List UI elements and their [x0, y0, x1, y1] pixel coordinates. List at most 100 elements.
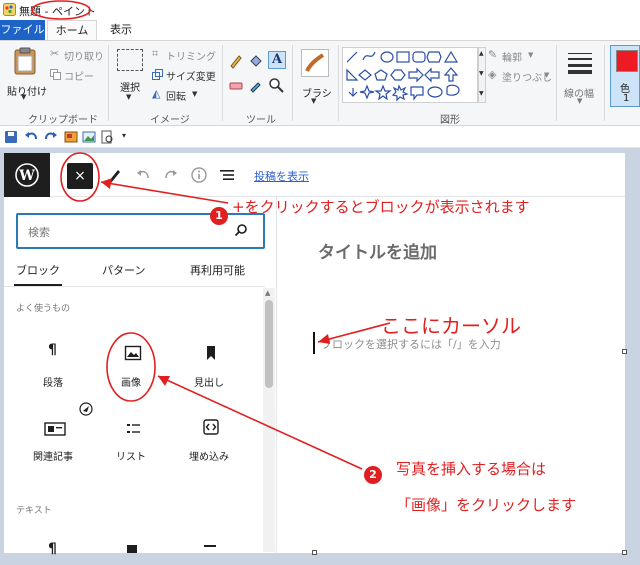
block-label: 関連記事	[33, 452, 73, 463]
ribbon-separator	[338, 45, 339, 121]
heading-icon	[207, 346, 215, 360]
select-label: 選択	[120, 83, 140, 94]
pencil-tool[interactable]	[228, 53, 244, 69]
magnifier-tool[interactable]	[268, 77, 284, 93]
clipboard-group-label: クリップボード	[28, 115, 98, 126]
tab-file[interactable]: ファイル	[0, 20, 45, 40]
block-label: リスト	[116, 452, 146, 463]
color1-button[interactable]: 色 1	[610, 45, 640, 107]
close-inserter-button[interactable]: ×	[67, 163, 93, 189]
outline-label: 輪郭	[502, 53, 522, 64]
color-picker-tool[interactable]	[248, 77, 264, 93]
block-list[interactable]: リスト	[96, 414, 168, 470]
crop-icon: ⌗	[152, 47, 159, 60]
qat-customize-icon[interactable]: ▾	[122, 131, 126, 140]
canvas-resize-handle[interactable]	[622, 349, 627, 354]
scissors-icon: ✂	[50, 47, 60, 60]
tabs-divider	[4, 286, 265, 287]
text-tool[interactable]: A	[268, 51, 286, 69]
svg-text:W: W	[18, 168, 35, 184]
list-view-icon[interactable]	[218, 166, 236, 184]
canvas-resize-handle[interactable]	[622, 550, 627, 555]
save-icon[interactable]	[4, 130, 18, 144]
paint-title-bar: 無題 - ペイント	[0, 0, 640, 20]
brushes-button[interactable]: ブラシ ▼	[298, 47, 332, 105]
image-icon	[124, 345, 142, 361]
view-post-link[interactable]: 投稿を表示	[254, 168, 309, 184]
tab-view[interactable]: 表示	[102, 20, 140, 40]
rotate-button[interactable]: ◭ 回転 ▼	[152, 87, 212, 103]
outline-button[interactable]: ✎ 輪郭 ▼	[488, 48, 548, 64]
tools-group-label: ツール	[246, 115, 276, 126]
paragraph-icon: ¶	[48, 342, 57, 358]
image-file-icon[interactable]	[64, 130, 78, 144]
copy-icon	[50, 69, 61, 80]
print-preview-icon[interactable]	[100, 130, 114, 144]
fill-button[interactable]: ◈ 塗りつぶし ▼	[488, 68, 554, 84]
related-posts-icon	[44, 422, 66, 436]
section-label-common: よく使うもの	[16, 304, 71, 314]
tab-home[interactable]: ホーム	[47, 20, 97, 40]
plugin-badge-icon	[79, 402, 93, 416]
text-cursor	[313, 332, 315, 354]
redo-icon[interactable]	[162, 166, 180, 184]
select-button[interactable]: 選択 ▼	[114, 47, 146, 103]
block-heading[interactable]: 見出し	[174, 336, 246, 392]
eraser-tool[interactable]	[228, 77, 244, 93]
resize-label: サイズ変更	[166, 72, 216, 83]
paragraph-icon: ¶	[48, 541, 57, 557]
clipboard-icon	[14, 47, 36, 75]
color1-index: 1	[623, 93, 630, 104]
chevron-up-icon: ▲	[479, 50, 484, 57]
quick-access-toolbar: ▾	[0, 126, 640, 148]
tab-blocks[interactable]: ブロック	[16, 262, 60, 278]
list-icon	[127, 424, 140, 433]
block-paragraph[interactable]: ¶ 段落	[18, 336, 90, 392]
info-icon[interactable]	[190, 166, 208, 184]
block-image[interactable]: 画像	[96, 336, 168, 392]
list-icon	[204, 545, 216, 547]
redo-icon[interactable]	[44, 130, 58, 144]
section-label-text: テキスト	[16, 506, 52, 516]
eyedropper-icon	[250, 82, 261, 93]
ribbon-separator	[292, 45, 293, 121]
ribbon-separator	[604, 45, 605, 121]
line-size-button[interactable]: 線の幅 ▼	[562, 47, 598, 105]
brushes-label: ブラシ	[302, 89, 332, 100]
block-related-posts[interactable]: 関連記事	[18, 414, 90, 470]
block-label: 段落	[43, 378, 63, 389]
canvas-resize-handle[interactable]	[312, 550, 317, 555]
inserter-scroll-thumb[interactable]	[265, 300, 273, 388]
shapes-gallery-scroll[interactable]: ▲ ▼ ▼	[478, 47, 486, 103]
shapes-gallery[interactable]	[342, 47, 478, 103]
fill-tool[interactable]	[248, 53, 264, 69]
tab-patterns[interactable]: パターン	[102, 262, 145, 278]
resize-icon	[152, 69, 163, 80]
line-size-icon	[568, 53, 592, 74]
wordpress-logo[interactable]: W	[4, 153, 50, 197]
tab-reusable[interactable]: 再利用可能	[190, 262, 245, 278]
block-embed[interactable]: 埋め込み	[174, 414, 246, 470]
crop-label: トリミング	[166, 52, 216, 63]
pen-tool-icon[interactable]	[106, 166, 124, 184]
paint-bucket-icon	[250, 55, 262, 67]
step2-annotation-line1: 写真を挿入する場合は	[396, 460, 547, 478]
cut-button[interactable]: ✂ 切り取り	[50, 47, 110, 63]
undo-icon[interactable]	[24, 130, 38, 144]
eraser-icon	[229, 82, 243, 90]
paste-button[interactable]: 貼り付け ▼	[4, 45, 47, 103]
resize-button[interactable]: サイズ変更	[152, 68, 218, 83]
crop-button[interactable]: ⌗ トリミング	[152, 47, 216, 63]
magnifier-icon	[269, 78, 284, 93]
shapes-icon	[346, 50, 460, 102]
step2-badge: 2	[364, 466, 382, 484]
picture-icon[interactable]	[82, 130, 96, 144]
window-title: 無題 - ペイント	[19, 5, 96, 18]
ribbon-separator	[556, 45, 557, 121]
copy-button[interactable]: コピー	[50, 68, 110, 83]
brush-icon	[301, 49, 329, 77]
chevron-down-icon: ▼	[528, 51, 534, 59]
block-label: 埋め込み	[189, 452, 229, 463]
editor-top-toolbar	[4, 153, 625, 197]
undo-icon[interactable]	[134, 166, 152, 184]
